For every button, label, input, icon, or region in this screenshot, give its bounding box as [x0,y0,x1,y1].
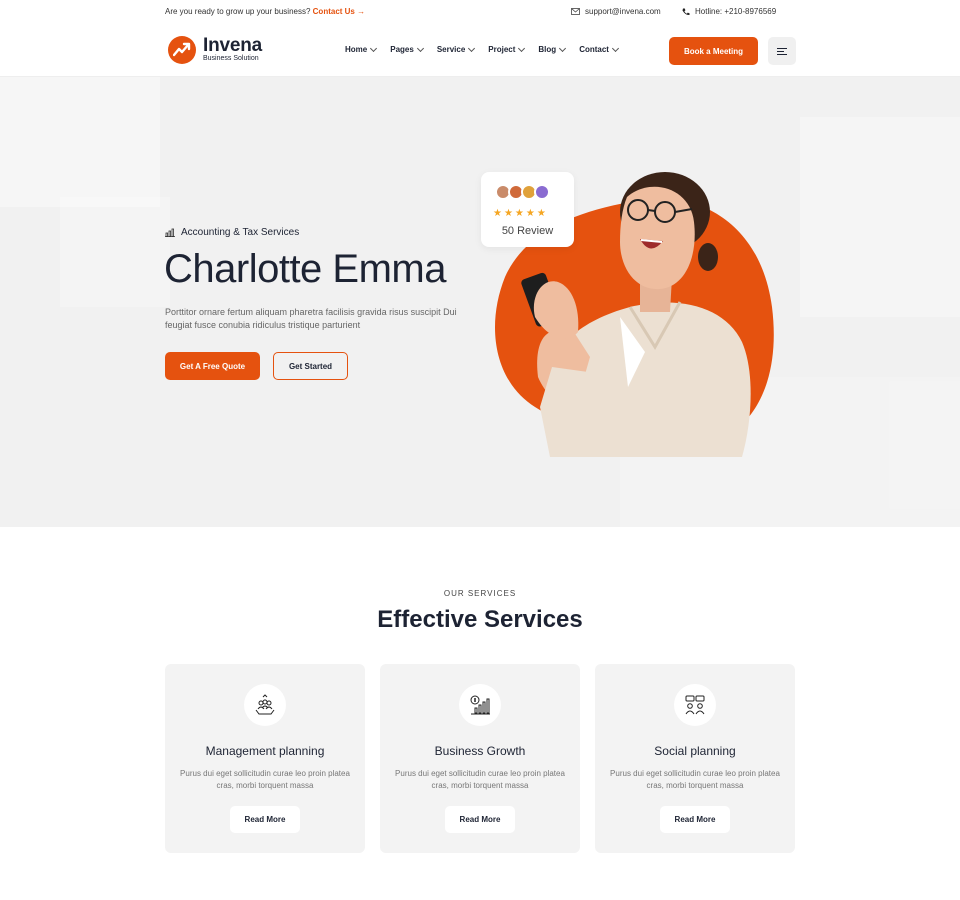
hero-eyebrow: Accounting & Tax Services [165,227,299,238]
nav-item-contact[interactable]: Contact [579,44,620,54]
chevron-down-icon [611,44,620,52]
read-more-button[interactable]: Read More [230,806,300,833]
nav-item-service[interactable]: Service [437,44,476,54]
review-card: ★★★★★ 50 Review [481,172,574,247]
hamburger-menu-button[interactable] [768,37,796,65]
main-nav: Home Pages Service Project Blog Contact [345,44,620,54]
brand-logo[interactable]: Invena Business Solution [168,36,262,64]
brand-name: Invena [203,35,262,56]
logo-mark-icon [168,36,196,64]
book-meeting-button[interactable]: Book a Meeting [669,37,758,65]
people-chat-icon [674,684,716,726]
hero-description: Porttitor ornare fertum aliquam pharetra… [165,307,457,330]
nav-item-blog[interactable]: Blog [538,44,567,54]
services-title: Effective Services [377,606,583,633]
email-text: support@invena.com [585,7,661,16]
service-card-title: Management planning [205,744,325,758]
hero-section: Accounting & Tax Services Charlotte Emma… [0,77,960,527]
chevron-down-icon [370,44,378,52]
phone-icon [682,8,690,15]
service-card: Social planning Purus dui eget sollicitu… [595,664,795,853]
bar-chart-icon [165,228,175,237]
service-card: Business Growth Purus dui eget sollicitu… [380,664,580,853]
bg-decoration [60,197,170,307]
top-bar-message: Are you ready to grow up your business? … [165,7,365,16]
top-bar-phone[interactable]: Hotline: +210-8976569 [682,7,776,16]
mail-icon [571,8,580,15]
hero-title: Charlotte Emma [164,247,446,291]
chevron-down-icon [468,44,476,52]
rating-stars-icon: ★★★★★ [493,208,548,219]
top-bar-text: Are you ready to grow up your business? [165,7,311,16]
chevron-down-icon [416,44,424,52]
service-card-description: Purus dui eget sollicitudin curae leo pr… [180,769,350,790]
get-free-quote-button[interactable]: Get A Free Quote [165,352,260,380]
avatar [534,184,550,200]
service-card: Management planning Purus dui eget solli… [165,664,365,853]
hero-eyebrow-text: Accounting & Tax Services [181,227,300,238]
nav-item-home[interactable]: Home [345,44,378,54]
top-bar-email[interactable]: support@invena.com [571,7,661,16]
main-header: Invena Business Solution Home Pages Serv… [0,24,960,77]
service-card-description: Purus dui eget sollicitudin curae leo pr… [395,769,565,790]
growth-chart-icon [459,684,501,726]
hotline-text: Hotline: +210-8976569 [695,7,777,16]
service-card-description: Purus dui eget sollicitudin curae leo pr… [610,769,780,790]
get-started-button[interactable]: Get Started [273,352,348,380]
read-more-button[interactable]: Read More [445,806,515,833]
team-management-icon [244,684,286,726]
nav-item-pages[interactable]: Pages [390,44,424,54]
bg-decoration [800,117,960,317]
nav-item-project[interactable]: Project [488,44,526,54]
contact-us-link[interactable]: Contact Us → [313,7,365,16]
reviewer-avatars [495,184,550,200]
brand-tagline: Business Solution [203,55,259,62]
services-eyebrow: OUR SERVICES [443,589,517,598]
service-cards: Management planning Purus dui eget solli… [165,664,795,853]
service-card-title: Social planning [654,744,736,758]
top-bar: Are you ready to grow up your business? … [0,0,960,24]
bg-decoration [0,77,160,207]
read-more-button[interactable]: Read More [660,806,730,833]
service-card-title: Business Growth [434,744,526,758]
chevron-down-icon [518,44,526,52]
review-count: 50 Review [501,225,554,237]
chevron-down-icon [559,44,567,52]
